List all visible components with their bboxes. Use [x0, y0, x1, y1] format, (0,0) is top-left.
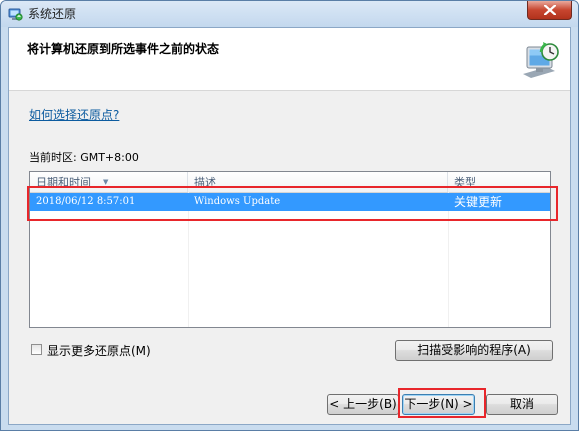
column-header-description[interactable]: 描述 — [188, 172, 448, 192]
column-header-datetime[interactable]: ▼ 日期和时间 — [30, 172, 188, 192]
title-bar[interactable]: 系统还原 — [1, 1, 578, 27]
column-header-type[interactable]: 类型 — [448, 172, 550, 192]
row-type: 关键更新 — [454, 195, 503, 209]
sort-arrow-icon: ▼ — [103, 178, 109, 186]
page-title: 将计算机还原到所选事件之前的状态 — [27, 42, 220, 56]
help-link-choose-restore-point[interactable]: 如何选择还原点? — [29, 106, 119, 123]
monitor-restore-icon — [517, 38, 561, 82]
column-header-label: 描述 — [194, 176, 216, 189]
row-description: Windows Update — [194, 196, 281, 207]
back-button[interactable]: < 上一步(B) — [327, 394, 399, 415]
timezone-label: 当前时区: GMT+8:00 — [29, 151, 139, 164]
restore-points-list[interactable]: ▼ 日期和时间 描述 类型 2018/06/12 8:57:01 Windows… — [29, 171, 551, 328]
column-separator — [448, 192, 449, 327]
table-row[interactable]: 2018/06/12 8:57:01 Windows Update 关键更新 — [30, 193, 550, 211]
dialog-header: 将计算机还原到所选事件之前的状态 — [9, 28, 570, 91]
system-restore-window: 系统还原 将计算机还原到所选事件之前的状态 如何选择还原点? 当前时区: GMT… — [0, 0, 579, 431]
close-icon — [544, 5, 556, 15]
dialog-client-area: 将计算机还原到所选事件之前的状态 如何选择还原点? 当前时区: GMT+8:00 — [8, 27, 571, 425]
window-title: 系统还原 — [28, 7, 77, 21]
system-restore-icon — [7, 6, 23, 22]
cancel-button[interactable]: 取消 — [486, 394, 558, 415]
next-button[interactable]: 下一步(N) > — [402, 394, 475, 415]
list-header: ▼ 日期和时间 描述 类型 — [30, 172, 550, 193]
scan-affected-programs-button[interactable]: 扫描受影响的程序(A) — [395, 340, 553, 361]
column-separator — [188, 192, 189, 327]
column-header-label: 类型 — [454, 176, 476, 189]
close-button[interactable] — [527, 1, 572, 20]
show-more-label: 显示更多还原点(M) — [47, 344, 151, 358]
column-header-label: 日期和时间 — [36, 176, 91, 189]
row-datetime: 2018/06/12 8:57:01 — [36, 196, 136, 207]
show-more-checkbox[interactable] — [31, 344, 42, 355]
